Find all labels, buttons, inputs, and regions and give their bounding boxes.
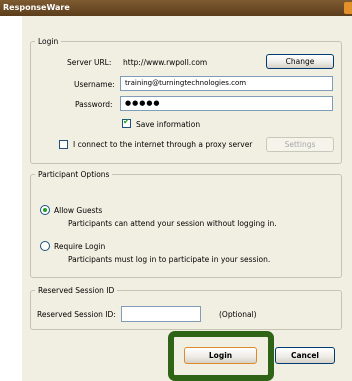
change-button[interactable]: Change (266, 54, 334, 69)
allow-guests-radio[interactable] (40, 205, 50, 215)
reserved-session-id-field[interactable] (121, 306, 201, 322)
login-group-label: Login (38, 37, 59, 46)
settings-button[interactable]: Settings (266, 137, 334, 152)
password-field[interactable]: ●●●●● (120, 96, 333, 111)
require-login-label: Require Login (54, 242, 106, 251)
require-login-radio[interactable] (40, 241, 50, 251)
allow-guests-label: Allow Guests (54, 206, 103, 215)
proxy-checkbox[interactable] (59, 140, 68, 149)
cancel-button[interactable]: Cancel (275, 347, 335, 364)
optional-label: (Optional) (219, 310, 257, 319)
window-title: ResponseWare (3, 3, 70, 12)
save-info-label: Save information (136, 120, 201, 129)
title-bar: ResponseWare (0, 0, 352, 16)
password-label: Password: (75, 100, 113, 109)
reserved-session-id-label: Reserved Session ID: (37, 310, 116, 319)
require-login-description: Participants must log in to participate … (68, 255, 271, 264)
username-label: Username: (74, 80, 115, 89)
server-url-value: http://www.rwpoll.com (123, 58, 208, 67)
checkmark-icon: ✔ (123, 117, 130, 126)
participant-options-label: Participant Options (38, 170, 110, 179)
close-icon[interactable] (344, 2, 352, 14)
allow-guests-description: Participants can attend your session wit… (68, 219, 277, 228)
server-url-label: Server URL: (67, 58, 112, 67)
login-button[interactable]: Login (184, 347, 257, 364)
save-info-checkbox[interactable]: ✔ (122, 117, 131, 128)
reserved-session-group-label: Reserved Session ID (38, 286, 115, 295)
proxy-label: I connect to the internet through a prox… (73, 140, 253, 149)
username-field[interactable]: training@turningtechnologies.com (120, 76, 333, 91)
